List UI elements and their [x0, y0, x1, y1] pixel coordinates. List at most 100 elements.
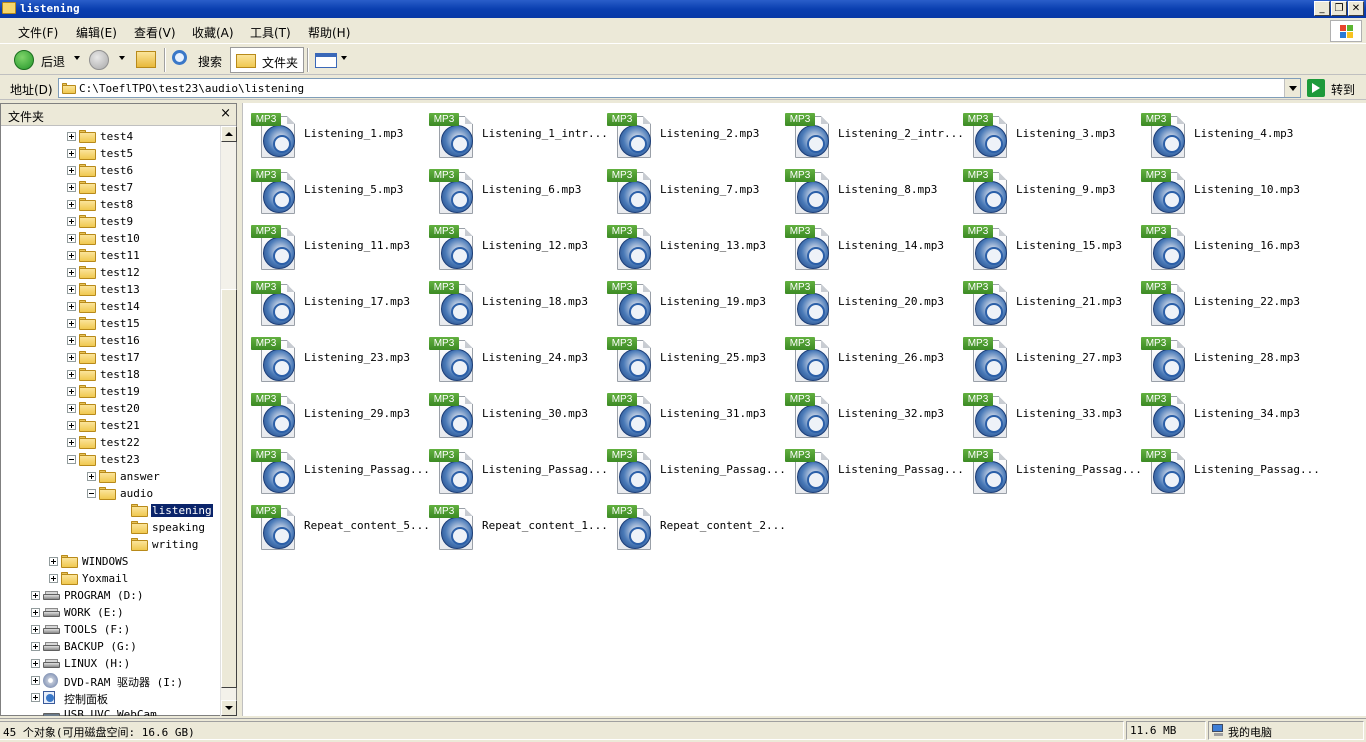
tree-node[interactable]: test20 — [67, 400, 220, 417]
file-item[interactable]: MP3 Repeat_content_1... — [425, 497, 608, 553]
tree-scrollbar[interactable] — [220, 126, 237, 716]
file-item[interactable]: MP3 Listening_33.mp3 — [959, 385, 1137, 441]
menu-tools[interactable]: 工具(T) — [250, 24, 291, 41]
expand-icon[interactable] — [67, 319, 76, 328]
close-icon[interactable]: × — [220, 106, 231, 121]
tree-node[interactable]: listening — [119, 502, 220, 519]
file-item[interactable]: MP3 Listening_23.mp3 — [247, 329, 425, 385]
menu-file[interactable]: 文件(F) — [18, 24, 58, 41]
title-bar[interactable]: listening _ ❐ ✕ — [0, 0, 1366, 18]
file-item[interactable]: MP3 Listening_1_intr... — [425, 105, 608, 161]
expand-icon[interactable] — [67, 251, 76, 260]
file-item[interactable]: MP3 Listening_12.mp3 — [425, 217, 603, 273]
tree-node[interactable]: test18 — [67, 366, 220, 383]
file-item[interactable]: MP3 Listening_34.mp3 — [1137, 385, 1315, 441]
file-item[interactable]: MP3 Listening_4.mp3 — [1137, 105, 1315, 161]
file-item[interactable]: MP3 Listening_9.mp3 — [959, 161, 1137, 217]
scroll-up-button[interactable] — [221, 126, 237, 142]
collapse-icon[interactable] — [67, 455, 76, 464]
file-item[interactable]: MP3 Listening_Passag... — [959, 441, 1142, 497]
file-item[interactable]: MP3 Listening_2.mp3 — [603, 105, 781, 161]
file-item[interactable]: MP3 Listening_17.mp3 — [247, 273, 425, 329]
restore-button[interactable]: ❐ — [1331, 1, 1347, 16]
go-button[interactable]: 转到 — [1305, 78, 1363, 98]
tree-node[interactable]: test4 — [67, 128, 220, 145]
expand-icon[interactable] — [31, 591, 40, 600]
expand-icon[interactable] — [87, 472, 96, 481]
file-item[interactable]: MP3 Listening_30.mp3 — [425, 385, 603, 441]
expand-icon[interactable] — [49, 557, 58, 566]
tree-node[interactable]: Yoxmail — [49, 570, 220, 587]
expand-icon[interactable] — [67, 404, 76, 413]
tree-node[interactable]: test22 — [67, 434, 220, 451]
file-item[interactable]: MP3 Listening_10.mp3 — [1137, 161, 1315, 217]
tree-node[interactable]: test12 — [67, 264, 220, 281]
tree-node[interactable]: TOOLS (F:) — [31, 621, 220, 638]
expand-icon[interactable] — [67, 183, 76, 192]
tree-node[interactable]: WORK (E:) — [31, 604, 220, 621]
file-item[interactable]: MP3 Listening_13.mp3 — [603, 217, 781, 273]
tree-node[interactable]: test11 — [67, 247, 220, 264]
file-item[interactable]: MP3 Listening_15.mp3 — [959, 217, 1137, 273]
address-input[interactable]: C:\ToeflTPO\test23\audio\listening — [58, 78, 1301, 98]
scroll-down-button[interactable] — [221, 700, 237, 716]
scrollbar-thumb[interactable] — [221, 289, 237, 688]
expand-icon[interactable] — [67, 421, 76, 430]
expand-icon[interactable] — [49, 574, 58, 583]
file-item[interactable]: MP3 Listening_19.mp3 — [603, 273, 781, 329]
file-item[interactable]: MP3 Listening_29.mp3 — [247, 385, 425, 441]
expand-icon[interactable] — [67, 353, 76, 362]
tree-node[interactable]: test14 — [67, 298, 220, 315]
chevron-down-icon[interactable] — [119, 56, 125, 60]
tree-node[interactable]: test15 — [67, 315, 220, 332]
menu-edit[interactable]: 编辑(E) — [76, 24, 117, 41]
tree-node[interactable]: test21 — [67, 417, 220, 434]
tree-node[interactable]: BACKUP (G:) — [31, 638, 220, 655]
tree-node[interactable]: test7 — [67, 179, 220, 196]
tree-node[interactable]: test8 — [67, 196, 220, 213]
expand-icon[interactable] — [67, 268, 76, 277]
file-item[interactable]: MP3 Listening_Passag... — [781, 441, 964, 497]
tree-node[interactable]: test13 — [67, 281, 220, 298]
minimize-button[interactable]: _ — [1314, 1, 1330, 16]
expand-icon[interactable] — [67, 234, 76, 243]
tree-node[interactable]: DVD-RAM 驱动器 (I:) — [31, 672, 220, 689]
file-item[interactable]: MP3 Listening_25.mp3 — [603, 329, 781, 385]
expand-icon[interactable] — [67, 387, 76, 396]
expand-icon[interactable] — [67, 302, 76, 311]
tree-node[interactable]: audio — [87, 485, 220, 502]
tree-node[interactable]: test10 — [67, 230, 220, 247]
folders-button[interactable]: 文件夹 — [230, 47, 304, 73]
file-item[interactable]: MP3 Listening_Passag... — [425, 441, 608, 497]
chevron-down-icon[interactable] — [74, 56, 80, 60]
file-item[interactable]: MP3 Repeat_content_5... — [247, 497, 430, 553]
search-button[interactable]: 搜索 — [168, 47, 228, 73]
file-item[interactable]: MP3 Listening_31.mp3 — [603, 385, 781, 441]
file-item[interactable]: MP3 Listening_22.mp3 — [1137, 273, 1315, 329]
file-item[interactable]: MP3 Listening_14.mp3 — [781, 217, 959, 273]
tree-node[interactable]: test6 — [67, 162, 220, 179]
expand-icon[interactable] — [31, 676, 40, 685]
address-dropdown[interactable] — [1284, 79, 1300, 97]
file-item[interactable]: MP3 Listening_5.mp3 — [247, 161, 425, 217]
file-item[interactable]: MP3 Listening_16.mp3 — [1137, 217, 1315, 273]
expand-icon[interactable] — [67, 285, 76, 294]
tree-node[interactable]: test17 — [67, 349, 220, 366]
tree-node[interactable]: speaking — [119, 519, 220, 536]
expand-icon[interactable] — [67, 200, 76, 209]
file-item[interactable]: MP3 Repeat_content_2... — [603, 497, 786, 553]
file-item[interactable]: MP3 Listening_11.mp3 — [247, 217, 425, 273]
collapse-icon[interactable] — [87, 489, 96, 498]
expand-icon[interactable] — [31, 693, 40, 702]
expand-icon[interactable] — [67, 217, 76, 226]
tree-node[interactable]: test9 — [67, 213, 220, 230]
expand-icon[interactable] — [31, 659, 40, 668]
tree-node[interactable]: PROGRAM (D:) — [31, 587, 220, 604]
views-button[interactable] — [312, 47, 348, 73]
file-item[interactable]: MP3 Listening_Passag... — [247, 441, 430, 497]
expand-icon[interactable] — [67, 336, 76, 345]
chevron-down-icon[interactable] — [341, 56, 347, 60]
file-item[interactable]: MP3 Listening_21.mp3 — [959, 273, 1137, 329]
expand-icon[interactable] — [67, 438, 76, 447]
tree-node[interactable]: test16 — [67, 332, 220, 349]
